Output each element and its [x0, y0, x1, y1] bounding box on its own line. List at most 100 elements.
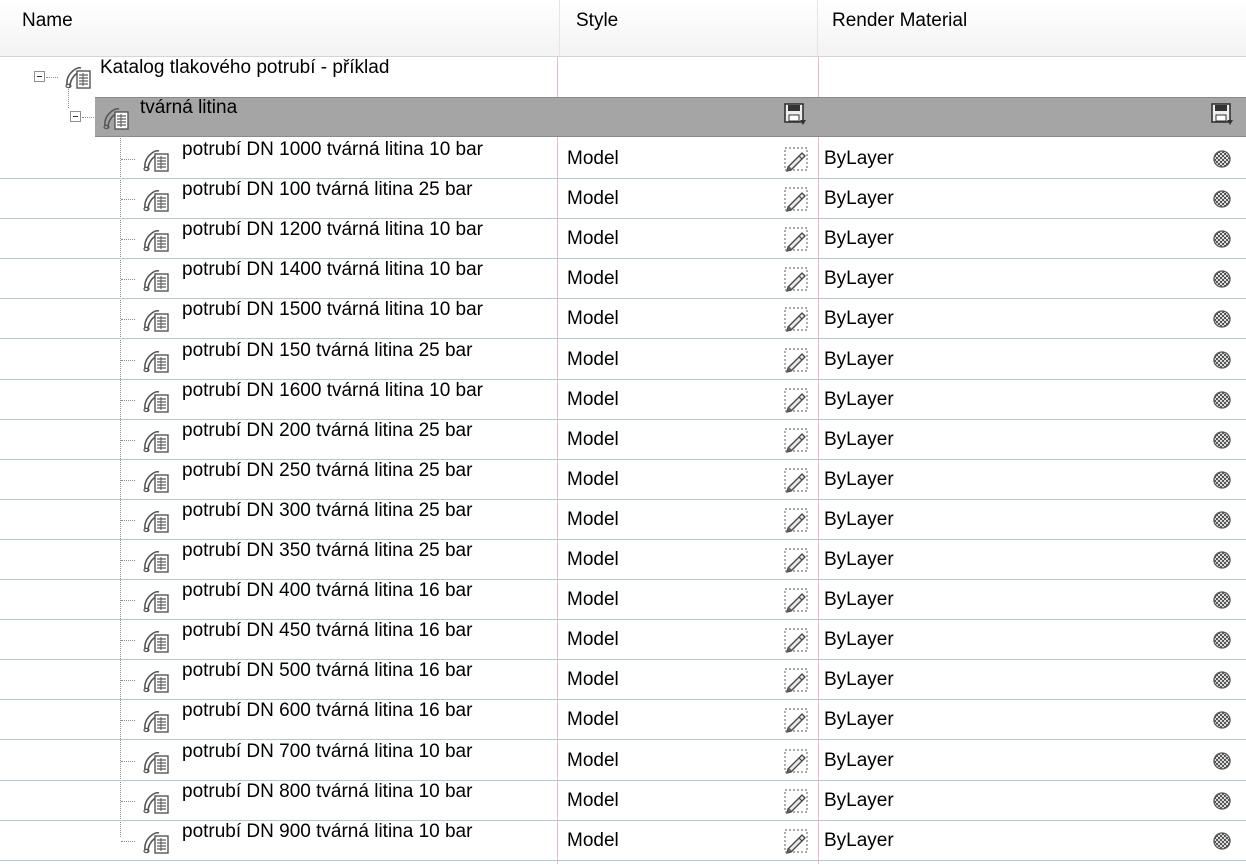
material-cell[interactable]: ByLayer: [818, 500, 1246, 540]
tree-row-item[interactable]: potrubí DN 1500 tvárná litina 10 bar Mode…: [0, 299, 1246, 339]
tree-row-item[interactable]: potrubí DN 1200 tvárná litina 10 bar Mode…: [0, 219, 1246, 259]
style-cell[interactable]: Model: [557, 700, 818, 740]
material-cell[interactable]: ByLayer: [818, 380, 1246, 420]
material-sphere-icon[interactable]: [1212, 189, 1232, 209]
material-sphere-icon[interactable]: [1212, 751, 1232, 771]
material-cell[interactable]: ByLayer: [818, 259, 1246, 299]
tree-row-item[interactable]: potrubí DN 1400 tvárná litina 10 bar Mode…: [0, 259, 1246, 299]
material-cell[interactable]: ByLayer: [818, 781, 1246, 821]
pipe-part-icon: [142, 185, 170, 213]
column-header-name[interactable]: Name: [0, 0, 560, 56]
material-cell[interactable]: ByLayer: [818, 821, 1246, 861]
edit-style-icon[interactable]: [782, 586, 810, 614]
material-sphere-icon[interactable]: [1212, 269, 1232, 289]
tree-row-item[interactable]: potrubí DN 200 tvárná litina 25 bar Model…: [0, 420, 1246, 460]
style-cell[interactable]: Model: [557, 380, 818, 420]
edit-style-icon[interactable]: [782, 265, 810, 293]
edit-style-icon[interactable]: [782, 626, 810, 654]
style-cell[interactable]: Model: [557, 781, 818, 821]
style-cell[interactable]: Model: [557, 741, 818, 781]
material-cell[interactable]: ByLayer: [818, 139, 1246, 179]
tree-row-root[interactable]: Katalog tlakového potrubí - příklad: [0, 57, 1246, 97]
tree-row-item[interactable]: potrubí DN 700 tvárná litina 10 bar Model…: [0, 741, 1246, 781]
collapse-icon[interactable]: [34, 71, 45, 82]
material-sphere-icon[interactable]: [1212, 229, 1232, 249]
style-cell[interactable]: Model: [557, 460, 818, 500]
tree-row-item[interactable]: potrubí DN 150 tvárná litina 25 bar Model…: [0, 340, 1246, 380]
material-cell[interactable]: ByLayer: [818, 179, 1246, 219]
material-sphere-icon[interactable]: [1212, 831, 1232, 851]
tree-row-item[interactable]: potrubí DN 100 tvárná litina 25 bar Model…: [0, 179, 1246, 219]
material-sphere-icon[interactable]: [1212, 710, 1232, 730]
edit-style-icon[interactable]: [782, 225, 810, 253]
style-cell[interactable]: Model: [557, 580, 818, 620]
material-cell[interactable]: ByLayer: [818, 620, 1246, 660]
material-sphere-icon[interactable]: [1212, 630, 1232, 650]
material-sphere-icon[interactable]: [1212, 350, 1232, 370]
tree-row-item[interactable]: potrubí DN 900 tvárná litina 10 bar Model…: [0, 821, 1246, 861]
tree-row-item[interactable]: potrubí DN 300 tvárná litina 25 bar Model…: [0, 500, 1246, 540]
style-cell[interactable]: Model: [557, 299, 818, 339]
tree-row-item[interactable]: potrubí DN 1000 tvárná litina 10 bar Mode…: [0, 139, 1246, 179]
save-style-icon[interactable]: [783, 102, 807, 128]
style-cell[interactable]: Model: [557, 219, 818, 259]
style-cell[interactable]: Model: [557, 540, 818, 580]
material-cell[interactable]: ByLayer: [818, 540, 1246, 580]
edit-style-icon[interactable]: [782, 666, 810, 694]
material-sphere-icon[interactable]: [1212, 149, 1232, 169]
material-cell[interactable]: ByLayer: [818, 660, 1246, 700]
style-cell[interactable]: Model: [557, 620, 818, 660]
tree-row-item[interactable]: potrubí DN 250 tvárná litina 25 bar Model…: [0, 460, 1246, 500]
tree-row-item[interactable]: potrubí DN 400 tvárná litina 16 bar Model…: [0, 580, 1246, 620]
edit-style-icon[interactable]: [782, 185, 810, 213]
column-header-render-material[interactable]: Render Material: [818, 0, 1246, 56]
edit-style-icon[interactable]: [782, 466, 810, 494]
tree-row-item[interactable]: potrubí DN 450 tvárná litina 16 bar Model…: [0, 620, 1246, 660]
tree-row-item[interactable]: potrubí DN 600 tvárná litina 16 bar Model…: [0, 700, 1246, 740]
style-cell[interactable]: Model: [557, 660, 818, 700]
tree-row-item[interactable]: potrubí DN 500 tvárná litina 16 bar Model…: [0, 660, 1246, 700]
material-sphere-icon[interactable]: [1212, 430, 1232, 450]
edit-style-icon[interactable]: [782, 787, 810, 815]
tree-row-group[interactable]: tvárná litina: [0, 97, 1246, 137]
style-cell[interactable]: Model: [557, 821, 818, 861]
tree-row-item[interactable]: potrubí DN 800 tvárná litina 10 bar Model…: [0, 781, 1246, 821]
style-cell[interactable]: Model: [557, 500, 818, 540]
edit-style-icon[interactable]: [782, 706, 810, 734]
edit-style-icon[interactable]: [782, 506, 810, 534]
style-cell[interactable]: Model: [557, 139, 818, 179]
material-sphere-icon[interactable]: [1212, 550, 1232, 570]
edit-style-icon[interactable]: [782, 346, 810, 374]
material-sphere-icon[interactable]: [1212, 791, 1232, 811]
style-cell[interactable]: Model: [557, 340, 818, 380]
edit-style-icon[interactable]: [782, 747, 810, 775]
material-cell[interactable]: ByLayer: [818, 700, 1246, 740]
material-cell[interactable]: ByLayer: [818, 219, 1246, 259]
material-sphere-icon[interactable]: [1212, 670, 1232, 690]
edit-style-icon[interactable]: [782, 546, 810, 574]
column-header-style[interactable]: Style: [560, 0, 818, 56]
tree-row-item[interactable]: potrubí DN 350 tvárná litina 25 bar Model…: [0, 540, 1246, 580]
edit-style-icon[interactable]: [782, 386, 810, 414]
collapse-icon[interactable]: [70, 111, 81, 122]
material-cell[interactable]: ByLayer: [818, 580, 1246, 620]
material-cell[interactable]: ByLayer: [818, 299, 1246, 339]
material-sphere-icon[interactable]: [1212, 470, 1232, 490]
tree-row-item[interactable]: potrubí DN 1600 tvárná litina 10 bar Mode…: [0, 380, 1246, 420]
style-cell[interactable]: Model: [557, 259, 818, 299]
edit-style-icon[interactable]: [782, 426, 810, 454]
style-cell[interactable]: Model: [557, 179, 818, 219]
material-sphere-icon[interactable]: [1212, 309, 1232, 329]
material-sphere-icon[interactable]: [1212, 510, 1232, 530]
material-sphere-icon[interactable]: [1212, 590, 1232, 610]
edit-style-icon[interactable]: [782, 145, 810, 173]
edit-style-icon[interactable]: [782, 305, 810, 333]
material-cell[interactable]: ByLayer: [818, 340, 1246, 380]
style-cell[interactable]: Model: [557, 420, 818, 460]
edit-style-icon[interactable]: [782, 827, 810, 855]
save-material-icon[interactable]: [1210, 102, 1234, 128]
material-cell[interactable]: ByLayer: [818, 741, 1246, 781]
material-cell[interactable]: ByLayer: [818, 460, 1246, 500]
material-sphere-icon[interactable]: [1212, 390, 1232, 410]
material-cell[interactable]: ByLayer: [818, 420, 1246, 460]
